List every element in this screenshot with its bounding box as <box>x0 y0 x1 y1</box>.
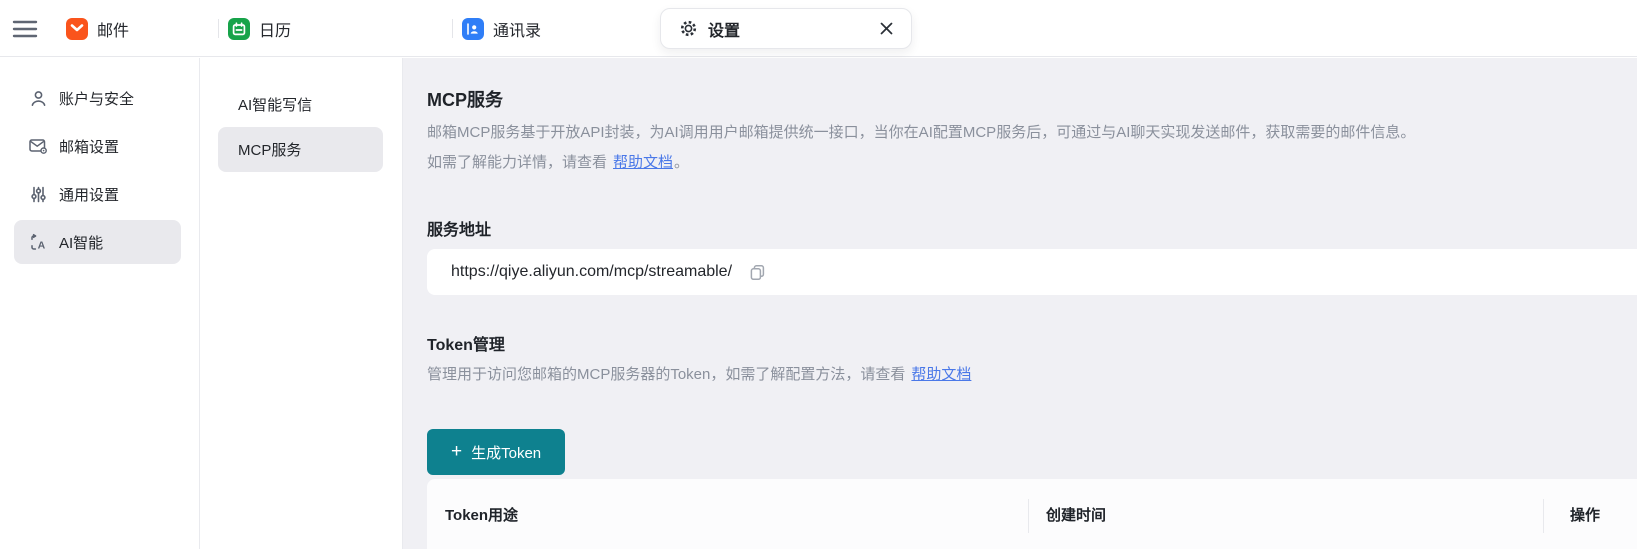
topbar-separator <box>452 19 453 38</box>
subsidebar-item-label: MCP服务 <box>238 139 301 160</box>
app-window: 邮件 日历 通讯录 <box>0 0 1637 549</box>
subsidebar-item-mcp-service[interactable]: MCP服务 <box>218 127 383 172</box>
topbar: 邮件 日历 通讯录 <box>0 0 1637 57</box>
sliders-icon <box>28 184 48 204</box>
app-tab-calendar[interactable]: 日历 <box>228 0 291 57</box>
column-header-token-purpose: Token用途 <box>445 504 1046 525</box>
plus-icon: + <box>451 442 462 461</box>
token-section-title: Token管理 <box>427 331 505 355</box>
sidebar-item-ai[interactable]: A AI智能 <box>14 220 181 264</box>
mail-settings-icon <box>28 136 48 156</box>
mail-app-icon <box>66 18 88 40</box>
column-header-actions: 操作 <box>1543 504 1637 525</box>
hamburger-icon <box>12 17 38 41</box>
contacts-app-icon <box>462 18 484 40</box>
sidebar-item-general-settings[interactable]: 通用设置 <box>14 172 181 216</box>
tab-settings[interactable]: 设置 <box>660 8 912 49</box>
help-doc-link[interactable]: 帮助文档 <box>613 154 673 171</box>
subsidebar-item-label: AI智能写信 <box>238 94 312 115</box>
ai-icon: A <box>28 232 48 252</box>
sidebar-item-label: 通用设置 <box>59 184 119 205</box>
service-address-field[interactable]: https://qiye.aliyun.com/mcp/streamable/ <box>427 249 1637 295</box>
settings-sidebar: 账户与安全 邮箱设置 通用设置 <box>0 58 200 549</box>
sidebar-item-label: 邮箱设置 <box>59 136 119 157</box>
app-tab-label: 邮件 <box>97 17 129 41</box>
column-header-created-time: 创建时间 <box>1046 504 1543 525</box>
app-tab-label: 日历 <box>259 17 291 41</box>
settings-tab-label: 设置 <box>708 17 740 41</box>
app-tab-label: 通讯录 <box>493 17 541 41</box>
page-title: MCP服务 <box>427 86 503 112</box>
close-icon[interactable] <box>875 18 897 40</box>
sidebar-item-account-security[interactable]: 账户与安全 <box>14 76 181 120</box>
intro-line1: 邮箱MCP服务基于开放API封装，为AI调用用户邮箱提供统一接口，当你在AI配置… <box>427 118 1597 148</box>
topbar-separator <box>218 19 219 38</box>
sidebar-item-label: 账户与安全 <box>59 88 134 109</box>
calendar-app-icon <box>228 18 250 40</box>
mcp-service-panel: MCP服务 邮箱MCP服务基于开放API封装，为AI调用用户邮箱提供统一接口，当… <box>403 58 1637 549</box>
user-icon <box>28 88 48 108</box>
intro-line2: 如需了解能力详情，请查看帮助文档。 <box>427 154 689 171</box>
app-tab-mail[interactable]: 邮件 <box>66 0 129 57</box>
generate-token-button[interactable]: + 生成Token <box>427 429 565 475</box>
copy-icon[interactable] <box>746 261 768 283</box>
app-tab-contacts[interactable]: 通讯录 <box>462 0 541 57</box>
svg-text:A: A <box>37 239 45 251</box>
hamburger-menu-button[interactable] <box>12 17 38 41</box>
token-table-header-row: Token用途 创建时间 操作 <box>427 479 1637 525</box>
subsidebar-item-ai-writing[interactable]: AI智能写信 <box>218 82 383 127</box>
mcp-intro-text: 邮箱MCP服务基于开放API封装，为AI调用用户邮箱提供统一接口，当你在AI配置… <box>427 118 1597 178</box>
service-address-label: 服务地址 <box>427 216 491 240</box>
ai-subsidebar: AI智能写信 MCP服务 <box>200 58 403 549</box>
help-doc-link[interactable]: 帮助文档 <box>911 366 971 383</box>
sidebar-item-label: AI智能 <box>59 232 103 253</box>
token-section-description: 管理用于访问您邮箱的MCP服务器的Token，如需了解配置方法，请查看帮助文档 <box>427 360 972 390</box>
token-table: Token用途 创建时间 操作 <box>427 479 1637 549</box>
sidebar-item-mailbox-settings[interactable]: 邮箱设置 <box>14 124 181 168</box>
service-address-url: https://qiye.aliyun.com/mcp/streamable/ <box>451 263 732 281</box>
gear-icon <box>679 19 698 38</box>
